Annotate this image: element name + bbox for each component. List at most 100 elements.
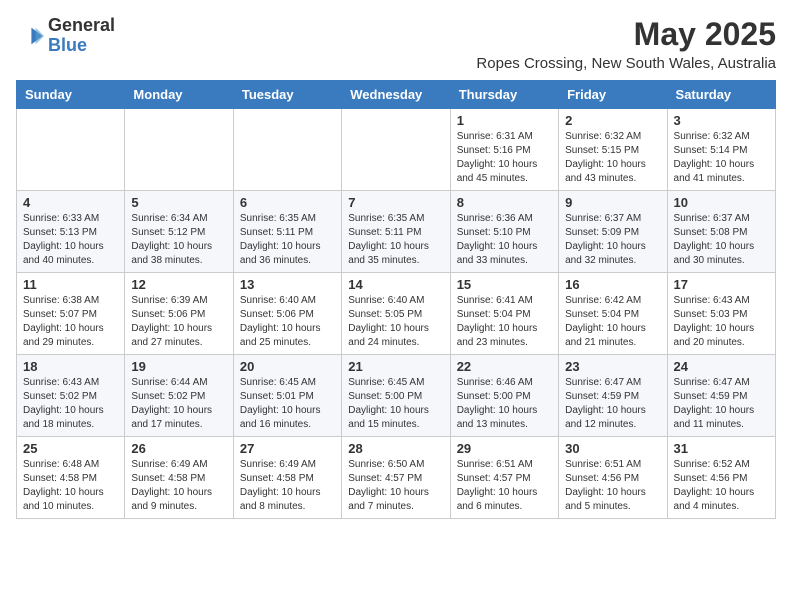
calendar-cell: 10Sunrise: 6:37 AM Sunset: 5:08 PM Dayli… (667, 191, 775, 273)
day-info: Sunrise: 6:47 AM Sunset: 4:59 PM Dayligh… (565, 376, 660, 432)
calendar-cell (125, 109, 233, 191)
day-number: 12 (131, 277, 226, 292)
day-info: Sunrise: 6:45 AM Sunset: 5:00 PM Dayligh… (348, 376, 443, 432)
day-number: 18 (23, 359, 118, 374)
day-info: Sunrise: 6:39 AM Sunset: 5:06 PM Dayligh… (131, 294, 226, 350)
day-number: 2 (565, 113, 660, 128)
calendar-cell: 7 Sunrise: 6:35 AM Sunset: 5:11 PM Daylig… (342, 191, 450, 273)
day-info: Sunrise: 6:51 AM Sunset: 4:57 PM Dayligh… (457, 458, 552, 514)
day-number: 22 (457, 359, 552, 374)
calendar-cell: 15 Sunrise: 6:41 AM Sunset: 5:04 PM Dayli… (450, 273, 558, 355)
day-number: 17 (674, 277, 769, 292)
calendar-cell: 1Sunrise: 6:31 AM Sunset: 5:16 PM Daylig… (450, 109, 558, 191)
calendar-cell: 5 Sunrise: 6:34 AM Sunset: 5:12 PM Daylig… (125, 191, 233, 273)
day-number: 4 (23, 195, 118, 210)
calendar-cell: 12 Sunrise: 6:39 AM Sunset: 5:06 PM Dayli… (125, 273, 233, 355)
column-header-monday: Monday (125, 81, 233, 109)
calendar-week-1: 1Sunrise: 6:31 AM Sunset: 5:16 PM Daylig… (17, 109, 776, 191)
calendar-cell: 22 Sunrise: 6:46 AM Sunset: 5:00 PM Dayli… (450, 355, 558, 437)
day-number: 21 (348, 359, 443, 374)
title-area: May 2025 Ropes Crossing, New South Wales… (476, 16, 776, 72)
day-number: 8 (457, 195, 552, 210)
day-number: 14 (348, 277, 443, 292)
column-header-friday: Friday (559, 81, 667, 109)
calendar-cell (17, 109, 125, 191)
day-info: Sunrise: 6:38 AM Sunset: 5:07 PM Dayligh… (23, 294, 118, 350)
calendar-cell: 27 Sunrise: 6:49 AM Sunset: 4:58 PM Dayli… (233, 437, 341, 519)
day-info: Sunrise: 6:41 AM Sunset: 5:04 PM Dayligh… (457, 294, 552, 350)
day-info: Sunrise: 6:40 AM Sunset: 5:05 PM Dayligh… (348, 294, 443, 350)
day-info: Sunrise: 6:32 AM Sunset: 5:15 PM Dayligh… (565, 130, 660, 186)
calendar-week-4: 18 Sunrise: 6:43 AM Sunset: 5:02 PM Dayli… (17, 355, 776, 437)
calendar-week-5: 25 Sunrise: 6:48 AM Sunset: 4:58 PM Dayli… (17, 437, 776, 519)
calendar-cell: 28 Sunrise: 6:50 AM Sunset: 4:57 PM Dayli… (342, 437, 450, 519)
calendar-cell: 14 Sunrise: 6:40 AM Sunset: 5:05 PM Dayli… (342, 273, 450, 355)
day-info: Sunrise: 6:49 AM Sunset: 4:58 PM Dayligh… (240, 458, 335, 514)
calendar-week-2: 4Sunrise: 6:33 AM Sunset: 5:13 PM Daylig… (17, 191, 776, 273)
day-number: 19 (131, 359, 226, 374)
calendar-cell: 25 Sunrise: 6:48 AM Sunset: 4:58 PM Dayli… (17, 437, 125, 519)
day-info: Sunrise: 6:47 AM Sunset: 4:59 PM Dayligh… (674, 376, 769, 432)
column-header-sunday: Sunday (17, 81, 125, 109)
day-number: 9 (565, 195, 660, 210)
calendar-cell: 9 Sunrise: 6:37 AM Sunset: 5:09 PM Daylig… (559, 191, 667, 273)
day-info: Sunrise: 6:45 AM Sunset: 5:01 PM Dayligh… (240, 376, 335, 432)
day-number: 26 (131, 441, 226, 456)
calendar-cell: 19 Sunrise: 6:44 AM Sunset: 5:02 PM Dayli… (125, 355, 233, 437)
day-info: Sunrise: 6:49 AM Sunset: 4:58 PM Dayligh… (131, 458, 226, 514)
calendar-cell: 30Sunrise: 6:51 AM Sunset: 4:56 PM Dayli… (559, 437, 667, 519)
calendar-cell: 16 Sunrise: 6:42 AM Sunset: 5:04 PM Dayli… (559, 273, 667, 355)
calendar-cell: 21 Sunrise: 6:45 AM Sunset: 5:00 PM Dayli… (342, 355, 450, 437)
day-info: Sunrise: 6:35 AM Sunset: 5:11 PM Dayligh… (240, 212, 335, 268)
day-number: 31 (674, 441, 769, 456)
day-info: Sunrise: 6:50 AM Sunset: 4:57 PM Dayligh… (348, 458, 443, 514)
day-number: 29 (457, 441, 552, 456)
day-number: 3 (674, 113, 769, 128)
day-info: Sunrise: 6:52 AM Sunset: 4:56 PM Dayligh… (674, 458, 769, 514)
calendar-cell: 2 Sunrise: 6:32 AM Sunset: 5:15 PM Daylig… (559, 109, 667, 191)
day-number: 23 (565, 359, 660, 374)
day-number: 27 (240, 441, 335, 456)
calendar-cell: 23 Sunrise: 6:47 AM Sunset: 4:59 PM Dayli… (559, 355, 667, 437)
column-header-tuesday: Tuesday (233, 81, 341, 109)
day-info: Sunrise: 6:48 AM Sunset: 4:58 PM Dayligh… (23, 458, 118, 514)
column-header-saturday: Saturday (667, 81, 775, 109)
logo: General Blue (16, 16, 115, 56)
day-info: Sunrise: 6:46 AM Sunset: 5:00 PM Dayligh… (457, 376, 552, 432)
calendar-table: SundayMondayTuesdayWednesdayThursdayFrid… (16, 80, 776, 519)
month-year-title: May 2025 (476, 16, 776, 53)
day-info: Sunrise: 6:34 AM Sunset: 5:12 PM Dayligh… (131, 212, 226, 268)
day-info: Sunrise: 6:36 AM Sunset: 5:10 PM Dayligh… (457, 212, 552, 268)
day-number: 16 (565, 277, 660, 292)
day-info: Sunrise: 6:44 AM Sunset: 5:02 PM Dayligh… (131, 376, 226, 432)
day-info: Sunrise: 6:42 AM Sunset: 5:04 PM Dayligh… (565, 294, 660, 350)
day-number: 7 (348, 195, 443, 210)
calendar-cell: 6 Sunrise: 6:35 AM Sunset: 5:11 PM Daylig… (233, 191, 341, 273)
logo-icon (16, 22, 44, 50)
calendar-cell: 20Sunrise: 6:45 AM Sunset: 5:01 PM Dayli… (233, 355, 341, 437)
calendar-cell: 29 Sunrise: 6:51 AM Sunset: 4:57 PM Dayli… (450, 437, 558, 519)
day-number: 11 (23, 277, 118, 292)
day-info: Sunrise: 6:35 AM Sunset: 5:11 PM Dayligh… (348, 212, 443, 268)
day-number: 25 (23, 441, 118, 456)
column-header-thursday: Thursday (450, 81, 558, 109)
day-info: Sunrise: 6:40 AM Sunset: 5:06 PM Dayligh… (240, 294, 335, 350)
calendar-cell: 31 Sunrise: 6:52 AM Sunset: 4:56 PM Dayli… (667, 437, 775, 519)
logo-text: General Blue (48, 16, 115, 56)
calendar-cell: 26 Sunrise: 6:49 AM Sunset: 4:58 PM Dayli… (125, 437, 233, 519)
day-number: 13 (240, 277, 335, 292)
day-info: Sunrise: 6:32 AM Sunset: 5:14 PM Dayligh… (674, 130, 769, 186)
day-number: 5 (131, 195, 226, 210)
day-number: 28 (348, 441, 443, 456)
calendar-cell: 8 Sunrise: 6:36 AM Sunset: 5:10 PM Daylig… (450, 191, 558, 273)
day-info: Sunrise: 6:51 AM Sunset: 4:56 PM Dayligh… (565, 458, 660, 514)
day-number: 15 (457, 277, 552, 292)
day-info: Sunrise: 6:43 AM Sunset: 5:02 PM Dayligh… (23, 376, 118, 432)
calendar-cell: 3 Sunrise: 6:32 AM Sunset: 5:14 PM Daylig… (667, 109, 775, 191)
calendar-cell: 17 Sunrise: 6:43 AM Sunset: 5:03 PM Dayli… (667, 273, 775, 355)
day-number: 6 (240, 195, 335, 210)
calendar-header-row: SundayMondayTuesdayWednesdayThursdayFrid… (17, 81, 776, 109)
day-info: Sunrise: 6:37 AM Sunset: 5:09 PM Dayligh… (565, 212, 660, 268)
day-info: Sunrise: 6:43 AM Sunset: 5:03 PM Dayligh… (674, 294, 769, 350)
calendar-cell: 18 Sunrise: 6:43 AM Sunset: 5:02 PM Dayli… (17, 355, 125, 437)
